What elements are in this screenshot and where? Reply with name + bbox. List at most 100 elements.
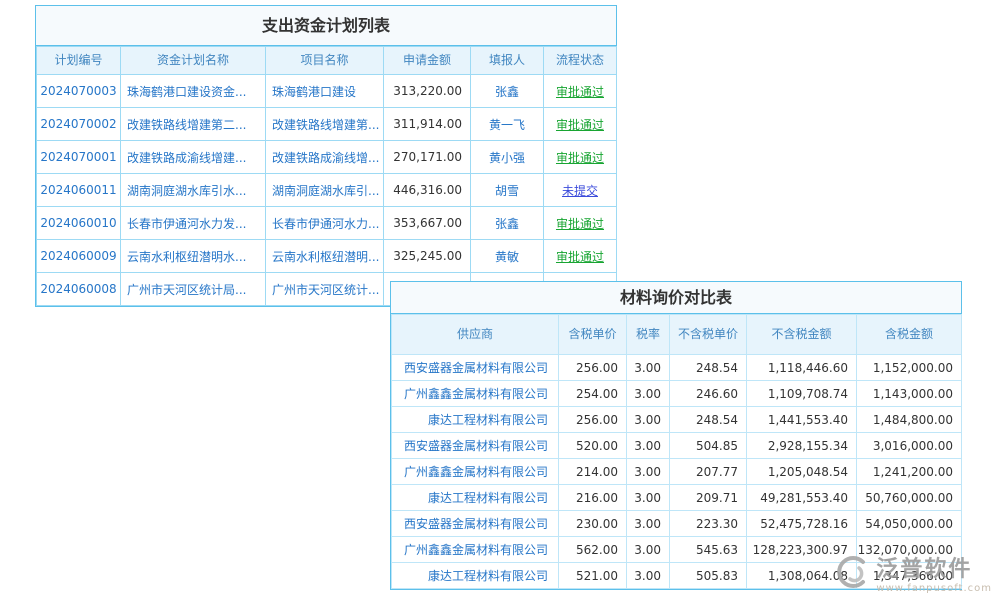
fund-plan-name-cell[interactable]: 广州市天河区统计局...	[121, 273, 266, 306]
plan-id-cell[interactable]: 2024060011	[37, 174, 121, 207]
plan-table-row: 2024060009云南水利枢纽潜明水...云南水利枢纽潜明...325,245…	[37, 240, 617, 273]
quote-table-header-row: 供应商 含税单价 税率 不含税单价 不含税金额 含税金额	[392, 315, 962, 355]
quote-table-row: 康达工程材料有限公司256.003.00248.541,441,553.401,…	[392, 407, 962, 433]
plan-table-header-row: 计划编号 资金计划名称 项目名称 申请金额 填报人 流程状态	[37, 47, 617, 75]
project-name-cell[interactable]: 湖南洞庭湖水库引...	[266, 174, 384, 207]
plan-id-cell[interactable]: 2024060009	[37, 240, 121, 273]
fund-plan-name-cell[interactable]: 湖南洞庭湖水库引水...	[121, 174, 266, 207]
tax-rate-cell: 3.00	[627, 433, 670, 459]
process-status-cell[interactable]: 审批通过	[544, 207, 617, 240]
quote-table-row: 西安盛器金属材料有限公司230.003.00223.3052,475,728.1…	[392, 511, 962, 537]
col-header-fund-plan: 资金计划名称	[121, 47, 266, 75]
net-unit-price-cell: 545.63	[670, 537, 747, 563]
supplier-cell[interactable]: 广州鑫鑫金属材料有限公司	[392, 537, 559, 563]
supplier-cell[interactable]: 康达工程材料有限公司	[392, 407, 559, 433]
col-header-plan-id: 计划编号	[37, 47, 121, 75]
col-header-tax-amount: 含税金额	[857, 315, 962, 355]
plan-id-cell[interactable]: 2024070001	[37, 141, 121, 174]
tax-unit-price-cell: 520.00	[559, 433, 627, 459]
quote-table-row: 广州鑫鑫金属材料有限公司214.003.00207.771,205,048.54…	[392, 459, 962, 485]
fund-plan-name-cell[interactable]: 长春市伊通河水力发...	[121, 207, 266, 240]
net-amount-cell: 1,109,708.74	[747, 381, 857, 407]
project-name-cell[interactable]: 改建铁路成渝线增...	[266, 141, 384, 174]
tax-unit-price-cell: 521.00	[559, 563, 627, 589]
col-header-reporter: 填报人	[471, 47, 544, 75]
net-amount-cell: 1,441,553.40	[747, 407, 857, 433]
reporter-cell: 黄一飞	[471, 108, 544, 141]
tax-amount-cell: 3,016,000.00	[857, 433, 962, 459]
plan-id-cell[interactable]: 2024060008	[37, 273, 121, 306]
col-header-supplier: 供应商	[392, 315, 559, 355]
col-header-amount: 申请金额	[384, 47, 471, 75]
plan-id-cell[interactable]: 2024070002	[37, 108, 121, 141]
tax-unit-price-cell: 254.00	[559, 381, 627, 407]
supplier-cell[interactable]: 康达工程材料有限公司	[392, 563, 559, 589]
apply-amount-cell: 270,171.00	[384, 141, 471, 174]
process-status-cell[interactable]: 审批通过	[544, 240, 617, 273]
supplier-cell[interactable]: 西安盛器金属材料有限公司	[392, 433, 559, 459]
watermark-brand: 泛普软件	[876, 551, 992, 583]
tax-amount-cell: 1,484,800.00	[857, 407, 962, 433]
supplier-cell[interactable]: 西安盛器金属材料有限公司	[392, 511, 559, 537]
process-status-cell[interactable]: 审批通过	[544, 141, 617, 174]
tax-rate-cell: 3.00	[627, 485, 670, 511]
supplier-cell[interactable]: 广州鑫鑫金属材料有限公司	[392, 459, 559, 485]
tax-unit-price-cell: 230.00	[559, 511, 627, 537]
col-header-tax-rate: 税率	[627, 315, 670, 355]
supplier-cell[interactable]: 广州鑫鑫金属材料有限公司	[392, 381, 559, 407]
fanpu-watermark: 泛普软件 www.fanpusoft.com	[830, 551, 992, 594]
apply-amount-cell: 313,220.00	[384, 75, 471, 108]
plan-table-row: 2024070002改建铁路线增建第二...改建铁路线增建第...311,914…	[37, 108, 617, 141]
quote-table: 供应商 含税单价 税率 不含税单价 不含税金额 含税金额 西安盛器金属材料有限公…	[391, 314, 962, 589]
tax-rate-cell: 3.00	[627, 407, 670, 433]
fund-plan-name-cell[interactable]: 改建铁路成渝线增建...	[121, 141, 266, 174]
project-name-cell[interactable]: 云南水利枢纽潜明...	[266, 240, 384, 273]
tax-rate-cell: 3.00	[627, 381, 670, 407]
net-amount-cell: 52,475,728.16	[747, 511, 857, 537]
net-amount-cell: 2,928,155.34	[747, 433, 857, 459]
tax-unit-price-cell: 216.00	[559, 485, 627, 511]
fund-plan-name-cell[interactable]: 改建铁路线增建第二...	[121, 108, 266, 141]
expenditure-plan-table: 支出资金计划列表 计划编号 资金计划名称 项目名称 申请金额 填报人 流程状态 …	[35, 5, 617, 307]
project-name-cell[interactable]: 广州市天河区统计...	[266, 273, 384, 306]
col-header-net-unit-price: 不含税单价	[670, 315, 747, 355]
plan-table: 计划编号 资金计划名称 项目名称 申请金额 填报人 流程状态 202407000…	[36, 46, 617, 306]
quote-table-row: 西安盛器金属材料有限公司520.003.00504.852,928,155.34…	[392, 433, 962, 459]
process-status-cell[interactable]: 审批通过	[544, 75, 617, 108]
col-header-tax-unit-price: 含税单价	[559, 315, 627, 355]
project-name-cell[interactable]: 长春市伊通河水力...	[266, 207, 384, 240]
supplier-cell[interactable]: 康达工程材料有限公司	[392, 485, 559, 511]
plan-id-cell[interactable]: 2024060010	[37, 207, 121, 240]
plan-table-row: 2024060011湖南洞庭湖水库引水...湖南洞庭湖水库引...446,316…	[37, 174, 617, 207]
net-unit-price-cell: 223.30	[670, 511, 747, 537]
col-header-net-amount: 不含税金额	[747, 315, 857, 355]
net-unit-price-cell: 504.85	[670, 433, 747, 459]
plan-table-row: 2024060010长春市伊通河水力发...长春市伊通河水力...353,667…	[37, 207, 617, 240]
watermark-url: www.fanpusoft.com	[876, 583, 992, 594]
plan-table-row: 2024070003珠海鹤港口建设资金...珠海鹤港口建设313,220.00张…	[37, 75, 617, 108]
process-status-cell[interactable]: 未提交	[544, 174, 617, 207]
net-amount-cell: 1,205,048.54	[747, 459, 857, 485]
tax-rate-cell: 3.00	[627, 563, 670, 589]
reporter-cell: 黄小强	[471, 141, 544, 174]
project-name-cell[interactable]: 珠海鹤港口建设	[266, 75, 384, 108]
tax-amount-cell: 1,143,000.00	[857, 381, 962, 407]
quote-table-row: 广州鑫鑫金属材料有限公司254.003.00246.601,109,708.74…	[392, 381, 962, 407]
supplier-cell[interactable]: 西安盛器金属材料有限公司	[392, 355, 559, 381]
reporter-cell: 黄敏	[471, 240, 544, 273]
quote-table-row: 康达工程材料有限公司216.003.00209.7149,281,553.405…	[392, 485, 962, 511]
tax-amount-cell: 54,050,000.00	[857, 511, 962, 537]
col-header-status: 流程状态	[544, 47, 617, 75]
project-name-cell[interactable]: 改建铁路线增建第...	[266, 108, 384, 141]
fund-plan-name-cell[interactable]: 珠海鹤港口建设资金...	[121, 75, 266, 108]
fund-plan-name-cell[interactable]: 云南水利枢纽潜明水...	[121, 240, 266, 273]
process-status-cell[interactable]: 审批通过	[544, 108, 617, 141]
material-quote-table: 材料询价对比表 供应商 含税单价 税率 不含税单价 不含税金额 含税金额 西安盛…	[390, 281, 962, 590]
net-unit-price-cell: 248.54	[670, 355, 747, 381]
quote-table-title: 材料询价对比表	[391, 282, 961, 314]
tax-unit-price-cell: 214.00	[559, 459, 627, 485]
tax-unit-price-cell: 256.00	[559, 355, 627, 381]
net-unit-price-cell: 209.71	[670, 485, 747, 511]
plan-id-cell[interactable]: 2024070003	[37, 75, 121, 108]
reporter-cell: 张鑫	[471, 207, 544, 240]
